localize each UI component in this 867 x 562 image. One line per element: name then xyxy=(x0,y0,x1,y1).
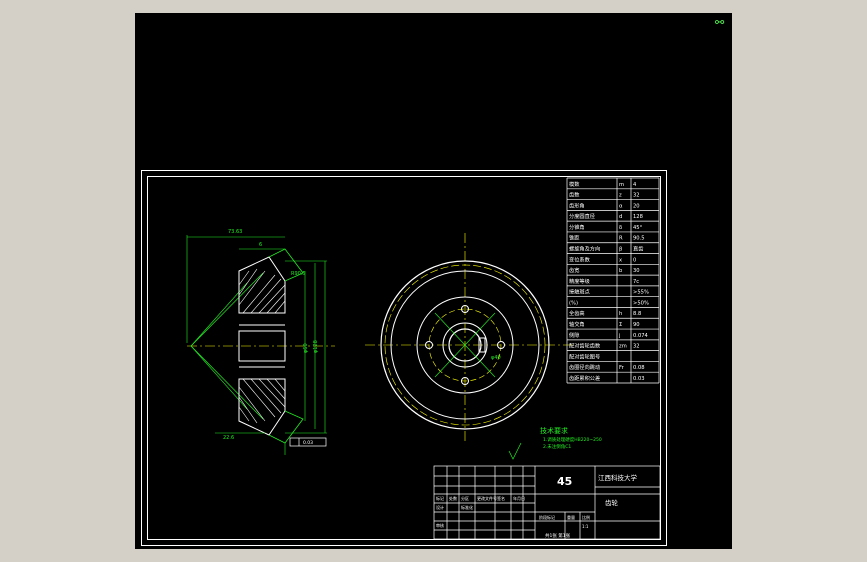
param-symbol-13: Σ xyxy=(619,322,622,328)
param-symbol-8: b xyxy=(619,268,623,274)
param-value-4: 45° xyxy=(633,225,643,231)
param-name-17: 齿圈径向跳动 xyxy=(569,363,600,371)
param-symbol-3: d xyxy=(619,214,622,220)
param-value-14: 0.074 xyxy=(633,333,649,339)
roughness-symbol xyxy=(508,442,522,460)
tb-signature: 签名 xyxy=(497,495,505,501)
param-value-6: 直齿 xyxy=(633,245,643,253)
dim-bottom-length: 22.6 xyxy=(223,435,234,441)
tb-count: 处数 xyxy=(449,495,457,501)
tb-standard: 标准化 xyxy=(461,504,473,510)
param-symbol-7: x xyxy=(619,257,622,263)
part-name: 齿轮 xyxy=(605,498,619,507)
param-value-18: 0.03 xyxy=(633,376,645,382)
param-symbol-12: h xyxy=(619,311,622,317)
param-name-0: 模数 xyxy=(569,180,580,188)
param-symbol-0: m xyxy=(619,182,624,188)
param-symbol-2: α xyxy=(619,203,623,209)
tb-designer: 设计 xyxy=(436,504,444,510)
dim-hub-diameter: φ60 xyxy=(303,343,309,353)
dim-overall-length: 73.63 xyxy=(228,229,242,235)
param-name-7: 变位系数 xyxy=(569,255,591,263)
param-name-5: 锥距 xyxy=(569,234,579,242)
param-name-4: 分锥角 xyxy=(569,223,585,231)
param-value-11: >50% xyxy=(633,300,649,306)
param-name-13: 轴交角 xyxy=(569,320,585,328)
dim-large-diameter: φ128 xyxy=(313,340,319,353)
tb-change-doc: 更改文件号 xyxy=(477,495,497,501)
school-name: 江西科技大学 xyxy=(598,473,638,482)
param-symbol-15: zm xyxy=(619,344,627,350)
tech-req-title: 技术要求 xyxy=(540,426,568,435)
param-value-13: 90 xyxy=(633,322,640,328)
param-name-8: 齿宽 xyxy=(569,266,579,274)
param-name-2: 齿形角 xyxy=(569,201,585,209)
tolerance-value: 0.03 xyxy=(303,440,313,446)
dim-bore-diameter: φ40 xyxy=(491,355,501,361)
status-strip xyxy=(0,549,867,562)
param-name-6: 螺旋角及方向 xyxy=(569,245,600,253)
param-value-15: 32 xyxy=(633,344,640,350)
tb-weight: 重量 xyxy=(567,514,575,520)
param-value-0: 4 xyxy=(633,182,637,188)
param-name-16: 配对齿轮图号 xyxy=(569,352,600,360)
param-name-18: 齿距累积公差 xyxy=(569,374,600,382)
tb-stage: 阶段标记 xyxy=(539,514,555,520)
param-value-5: 90.5 xyxy=(633,236,645,242)
param-value-10: >55% xyxy=(633,290,649,296)
param-value-3: 128 xyxy=(633,214,643,220)
drawing-canvas: 73.63 6 R90.5 φ128 φ60 22.6 0.03 φ40 技术要… xyxy=(186,177,661,540)
param-name-14: 侧隙 xyxy=(569,331,579,339)
dim-cone-distance: R90.5 xyxy=(291,271,306,277)
param-value-8: 30 xyxy=(633,268,640,274)
tb-scale: 比例 xyxy=(582,514,590,520)
param-symbol-4: δ xyxy=(619,225,622,231)
param-symbol-14: j xyxy=(618,333,620,339)
param-value-12: 8.8 xyxy=(633,311,641,317)
param-name-10: 接触斑点 xyxy=(569,288,590,296)
param-name-1: 齿数 xyxy=(569,191,580,199)
tb-sheet-info: 共1张 第1张 xyxy=(545,532,571,539)
dim-inner-length: 6 xyxy=(259,242,262,248)
tech-req-line-1: 1.调质处理硬度HB220~250 xyxy=(543,436,602,443)
cad-viewport[interactable]: ⚯ 73.63 6 R90.5 φ128 φ60 22.6 0.03 φ40 技… xyxy=(135,13,732,549)
front-circle-view xyxy=(365,233,575,443)
param-symbol-6: β xyxy=(619,247,622,253)
tech-req-line-2: 2.未注倒角C1 xyxy=(543,443,571,450)
tb-zone: 分区 xyxy=(461,495,469,501)
param-symbol-5: R xyxy=(619,236,623,242)
material-text: 45 xyxy=(557,475,572,488)
param-symbol-17: Fr xyxy=(619,365,625,371)
tb-reviewer: 审核 xyxy=(436,522,444,528)
param-value-1: 32 xyxy=(633,193,640,199)
param-name-12: 全齿高 xyxy=(569,309,585,317)
tb-mark: 标记 xyxy=(436,495,444,501)
param-value-9: 7c xyxy=(633,279,639,285)
param-value-7: 0 xyxy=(633,257,636,263)
param-name-15: 配对齿轮齿数 xyxy=(569,342,601,350)
param-value-2: 20 xyxy=(633,203,640,209)
param-symbol-1: z xyxy=(619,193,622,199)
param-name-9: 精度等级 xyxy=(569,277,590,285)
param-name-11: (%) xyxy=(569,300,578,306)
tb-date: 年月日 xyxy=(513,495,525,501)
param-value-17: 0.08 xyxy=(633,365,645,371)
param-name-3: 分度圆直径 xyxy=(569,212,595,220)
tb-scale-value: 1:1 xyxy=(582,524,589,529)
